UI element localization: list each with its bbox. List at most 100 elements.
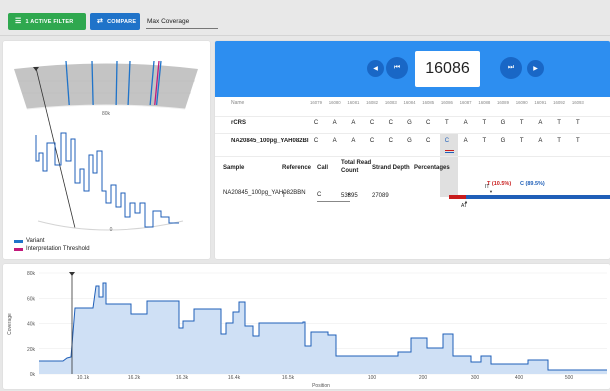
coverage-chart-panel: 80k 60k 40k 20k 0k 10.1k 16.2k 16.3k 16.4k 16.5k… (3, 264, 610, 389)
x-axis-label: Position (312, 383, 330, 389)
x-tick-label: 300 (471, 375, 480, 381)
position-header-cell[interactable]: 16090 (513, 100, 531, 105)
position-header-cell[interactable]: 16086 (438, 100, 456, 105)
base-cell: C (313, 120, 319, 126)
call-value: C (317, 192, 322, 198)
x-tick-label: 16.3k (176, 375, 189, 381)
variant-swatch (14, 239, 23, 243)
sample-header: Sample (223, 165, 245, 171)
sample-name: NA20845_100pg_YAH082BBN (223, 190, 306, 196)
compare-button[interactable]: ⇄ COMPARE (90, 13, 140, 30)
base-cell: C (369, 120, 375, 126)
position-pointer-icon (69, 272, 75, 276)
filter-icon: ☰ (15, 18, 22, 25)
position-header-cell[interactable]: 16079 (307, 100, 325, 105)
position-header-cell[interactable]: 16082 (363, 100, 381, 105)
position-header-cell[interactable]: 16093 (569, 100, 587, 105)
x-tick-label: 16.2k (128, 375, 141, 381)
base-cell: G (407, 120, 412, 126)
alt-percent-segment (466, 195, 610, 199)
base-cell: A (351, 138, 356, 144)
arc-max-label: 80k (102, 111, 111, 117)
total-read-value: 53395 (341, 193, 358, 199)
base-cell: A (538, 138, 543, 144)
coverage-field[interactable]: Max Coverage (146, 14, 218, 29)
marker-arrow-icon: ▼ (489, 189, 493, 194)
base-cell: A (463, 120, 468, 126)
position-header-cell[interactable]: 16080 (326, 100, 344, 105)
chevron-left-icon: ◀ (373, 66, 378, 72)
position-header-cell[interactable]: 16083 (382, 100, 400, 105)
compare-label: COMPARE (107, 18, 137, 25)
active-filter-label: 1 ACTIVE FILTER (25, 18, 74, 25)
strand-depth-value: 27089 (372, 193, 389, 199)
base-cell: G (500, 120, 506, 126)
legend-threshold-label: Interpretation Threshold (26, 246, 90, 252)
position-header-cell[interactable]: 16087 (457, 100, 475, 105)
legend-variant-label: Variant (26, 238, 45, 244)
coverage-chart[interactable]: 80k 60k 40k 20k 0k 10.1k 16.2k 16.3k 16.4k 16.5k… (3, 264, 610, 389)
y-axis-label: Coverage (7, 313, 13, 335)
percentages-header: Percentages (414, 165, 450, 171)
base-cell: T (575, 120, 580, 126)
x-tick-label: 16.4k (228, 375, 241, 381)
skip-back-icon: ⏮ (393, 64, 401, 71)
marker-bottom-label: AT (461, 203, 468, 209)
compare-icon: ⇄ (97, 18, 104, 25)
variant-mark (115, 60, 118, 106)
active-filter-button[interactable]: ☰ 1 ACTIVE FILTER (8, 13, 86, 30)
x-tick-label: 500 (565, 375, 574, 381)
base-cell: A (463, 138, 468, 144)
position-header-cell[interactable]: 16088 (475, 100, 493, 105)
base-cell: T (519, 138, 524, 144)
strand-depth-header: Strand Depth (372, 165, 410, 171)
legend-threshold: Interpretation Threshold (14, 246, 90, 252)
x-axis: 10.1k 16.2k 16.3k 16.4k 16.5k 100 200 300 400 500 (77, 375, 574, 381)
call-header: Call (317, 165, 329, 171)
y-tick-label: 20k (27, 347, 36, 353)
base-cell: G (500, 138, 506, 144)
skip-forward-icon: ⏭ (507, 64, 515, 71)
base-cell: C (388, 120, 393, 126)
first-position-button[interactable]: ⏮ (386, 57, 408, 79)
base-cell: C (426, 138, 431, 144)
ref-percent-label: T (10.5%) (487, 181, 512, 187)
position-header-cell[interactable]: 16085 (419, 100, 437, 105)
position-display[interactable]: 16086 (415, 51, 480, 87)
circular-genome-view[interactable]: 80k 0 (3, 41, 210, 259)
base-cell: T (482, 120, 487, 126)
base-cell: T (557, 138, 561, 144)
y-tick-label: 0k (30, 372, 36, 378)
base-cell: T (519, 120, 524, 126)
reference-row-name: rCRS (231, 120, 247, 126)
coverage-arc (14, 63, 198, 109)
toolbar: ☰ 1 ACTIVE FILTER ⇄ COMPARE Max Coverage (0, 0, 610, 36)
base-cell: A (332, 120, 337, 126)
base-cell: C (313, 138, 319, 144)
circular-view-panel: 80k 0 Variant Interpretation Threshold (3, 41, 210, 259)
x-tick-label: 16.5k (282, 375, 295, 381)
x-tick-label: 100 (368, 375, 377, 381)
position-header-cell[interactable]: 16091 (531, 100, 549, 105)
base-cell: T (575, 138, 580, 144)
base-cell: C (426, 120, 431, 126)
position-header-cell[interactable]: 16092 (550, 100, 568, 105)
alt-percent-label: C (89.5%) (520, 181, 545, 187)
base-cell: G (407, 138, 412, 144)
alignment-panel: ◀ ⏮ 16086 ⏭ ▶ Name 16079 16080 16081 16082 1… (215, 41, 610, 259)
threshold-swatch (14, 247, 23, 251)
y-tick-label: 80k (27, 271, 36, 277)
base-cell: C (444, 138, 450, 144)
percentage-bar (449, 195, 610, 199)
circular-coverage-line (35, 132, 179, 228)
x-tick-label: 10.1k (77, 375, 90, 381)
last-position-button[interactable]: ⏭ (500, 57, 522, 79)
position-header-cell[interactable]: 16081 (344, 100, 362, 105)
position-header-cell[interactable]: 16089 (494, 100, 512, 105)
position-header-cell[interactable]: 16084 (401, 100, 419, 105)
reference-header: Reference (282, 165, 312, 171)
coverage-area (39, 283, 607, 374)
y-tick-label: 60k (27, 296, 36, 302)
previous-variant-button[interactable]: ◀ (367, 60, 384, 77)
next-variant-button[interactable]: ▶ (527, 60, 544, 77)
